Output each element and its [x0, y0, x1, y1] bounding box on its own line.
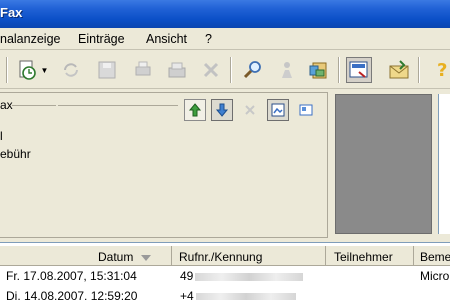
phonebook-button[interactable] [306, 57, 332, 83]
sort-arrow-icon [141, 254, 152, 261]
table-row[interactable]: Di. 14.08.2007, 12:59:20 +4 [0, 287, 450, 300]
group-border [12, 105, 56, 106]
new-entry-button[interactable]: ▼ [14, 57, 50, 83]
close-icon [203, 62, 219, 78]
fax-preview-icon [349, 61, 368, 78]
help-button[interactable]: ? [428, 57, 450, 83]
cell-rufnr: +4 [180, 289, 320, 300]
toolbar: ▼ ? [0, 51, 450, 89]
arrow-down-icon [215, 103, 229, 117]
search-icon [243, 61, 261, 79]
toolbar-separator [418, 57, 420, 83]
move-up-button[interactable] [184, 99, 206, 121]
disk-icon [98, 61, 116, 79]
column-header-datum[interactable]: Datum [0, 246, 172, 266]
printer-icon [135, 61, 151, 76]
menu-item-help[interactable]: ? [205, 32, 212, 46]
delete-button[interactable] [198, 57, 224, 83]
fax-send-button[interactable] [164, 57, 190, 83]
column-header-rufnr[interactable]: Rufnr./Kennung [172, 246, 326, 266]
fax-details-panel: ax l ebühr [0, 92, 328, 238]
envelope-icon [389, 60, 409, 79]
title-bar: Fax [0, 0, 450, 28]
cell-rufnr: 49 [180, 269, 320, 283]
cell-datum: Di. 14.08.2007, 12:59:20 [6, 289, 138, 300]
column-label: Datum [98, 250, 134, 264]
detail-area: ax l ebühr [0, 90, 450, 240]
toolbar-separator [230, 57, 232, 83]
cell-bemerkung: Micro [420, 269, 450, 283]
person-icon [282, 62, 292, 78]
menu-item-ansicht[interactable]: Ansicht [146, 32, 187, 46]
fax-icon [168, 62, 186, 78]
column-label: Rufnr./Kennung [179, 250, 263, 264]
redacted-number [195, 272, 304, 281]
column-header-bemerkung[interactable]: Beme [414, 246, 450, 266]
detail-line-2: ebühr [0, 147, 31, 161]
group-border [58, 105, 178, 106]
call-button[interactable] [274, 57, 300, 83]
card-view-button[interactable] [295, 99, 317, 121]
move-down-button[interactable] [211, 99, 233, 121]
menu-bar: nalanzeige Einträge Ansicht ? [0, 28, 450, 50]
search-button[interactable] [240, 57, 266, 83]
arrow-up-icon [188, 103, 202, 117]
fax-view-button[interactable] [346, 57, 372, 83]
toolbar-separator [6, 57, 8, 83]
rufnr-text: 49 [180, 269, 194, 283]
save-button[interactable] [94, 57, 120, 83]
reply-button[interactable] [386, 57, 412, 83]
svg-text:?: ? [437, 60, 447, 81]
column-label: Beme [420, 250, 450, 264]
print-button[interactable] [130, 57, 156, 83]
cell-datum: Fr. 17.08.2007, 15:31:04 [6, 269, 137, 283]
column-header-teilnehmer[interactable]: Teilnehmer [326, 246, 414, 266]
menu-item-eintraege[interactable]: Einträge [78, 32, 125, 46]
redacted-number [195, 292, 296, 300]
preview-icon [271, 103, 285, 117]
table-row[interactable]: Fr. 17.08.2007, 15:31:04 49 Micro [0, 267, 450, 285]
rufnr-text: +4 [180, 289, 194, 300]
detail-line-1: l [0, 129, 3, 143]
menu-item-anzeige[interactable]: nalanzeige [0, 32, 60, 46]
list-header: Datum Rufnr./Kennung Teilnehmer Beme [0, 246, 450, 266]
card-icon [299, 104, 313, 116]
refresh-icon [64, 63, 78, 77]
help-icon: ? [437, 60, 447, 81]
toolbar-separator [338, 57, 340, 83]
fax-list: Datum Rufnr./Kennung Teilnehmer Beme Fr.… [0, 242, 450, 300]
side-list-pane[interactable] [438, 94, 450, 234]
clock-doc-icon [19, 60, 36, 80]
group-label: ax [0, 98, 13, 112]
refresh-button[interactable] [58, 57, 84, 83]
fax-preview-pane [335, 94, 432, 234]
close-icon [245, 105, 255, 115]
column-label: Teilnehmer [334, 250, 393, 264]
window-title: Fax [0, 5, 23, 20]
phonebook-icon [309, 62, 327, 79]
remove-button[interactable] [239, 99, 261, 121]
preview-toggle-button[interactable] [267, 99, 289, 121]
